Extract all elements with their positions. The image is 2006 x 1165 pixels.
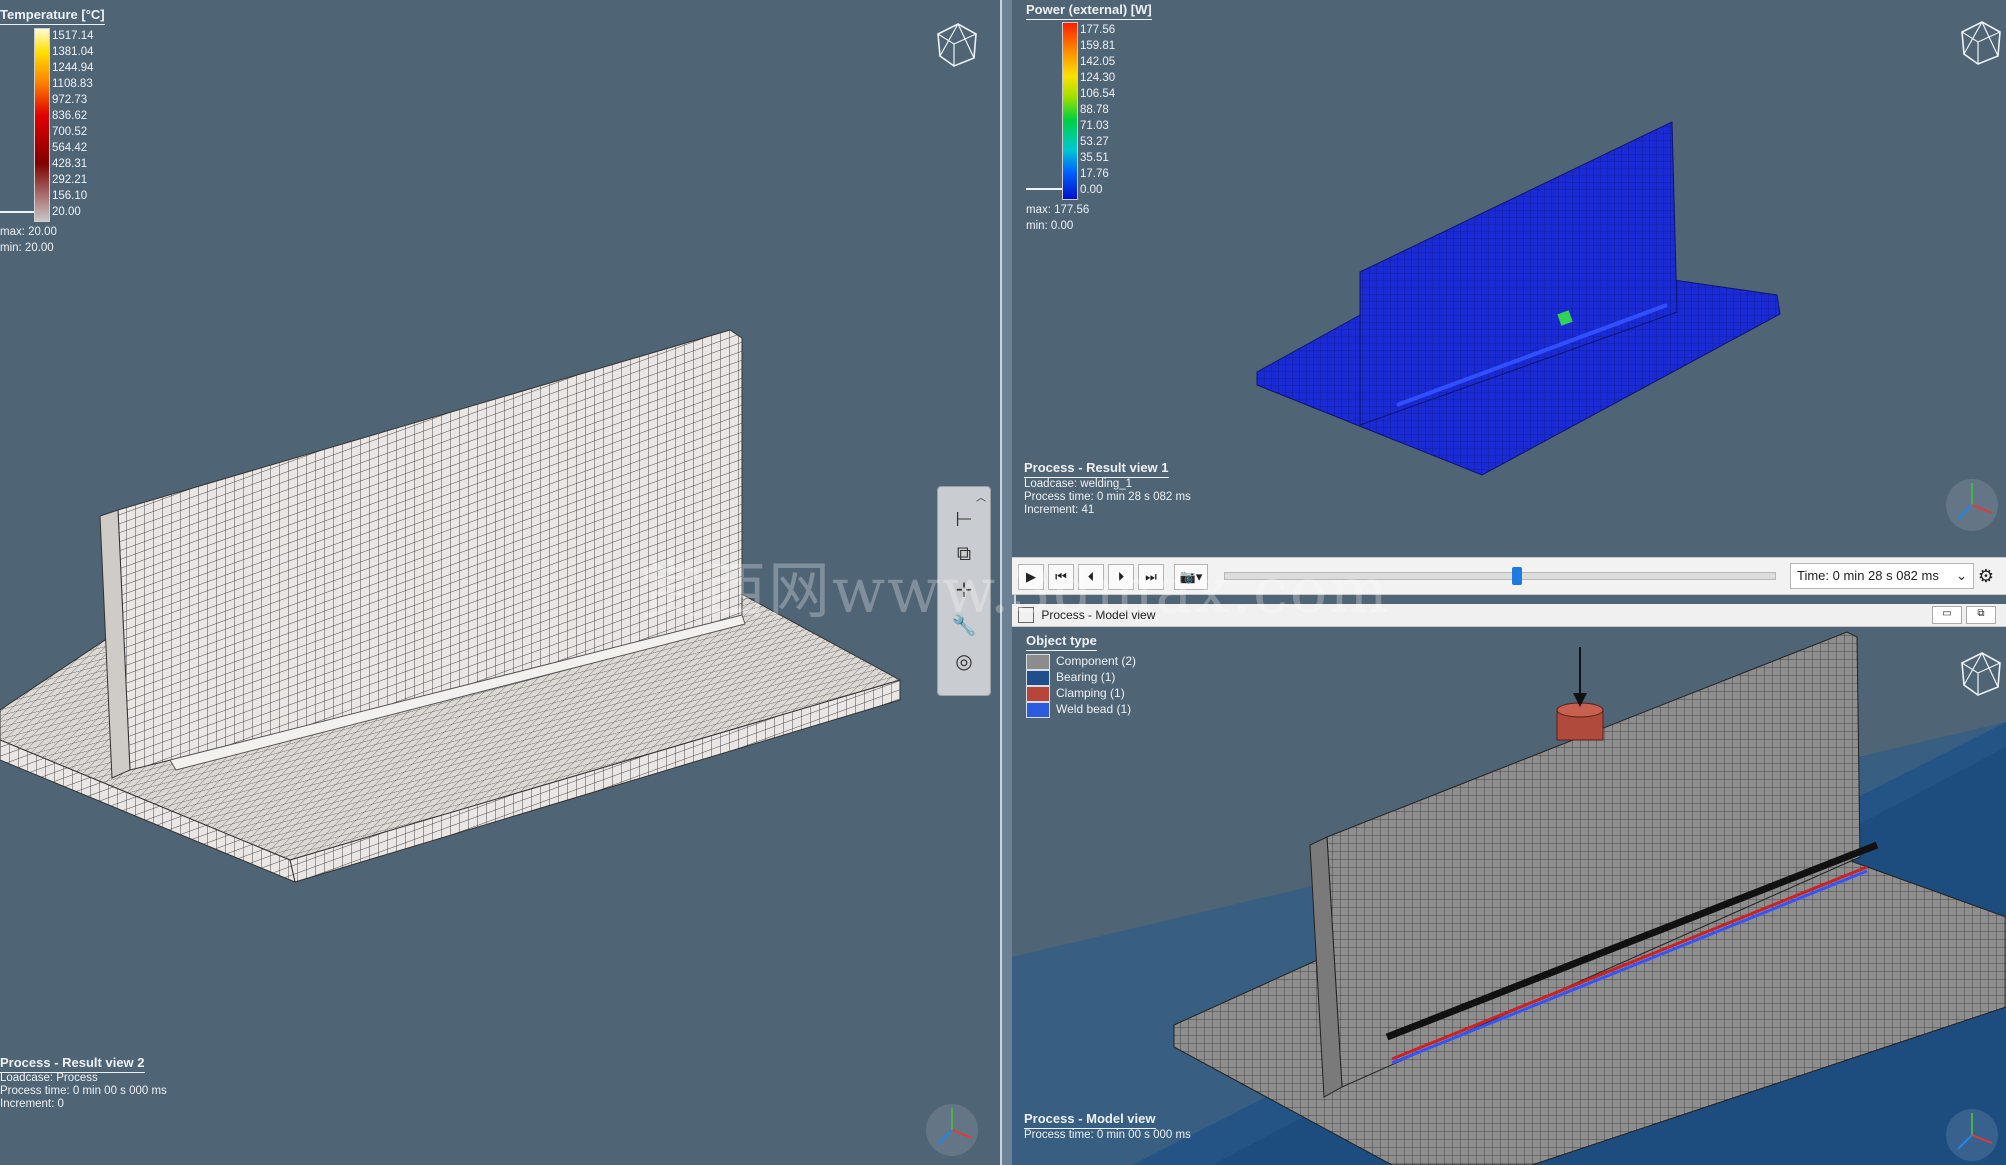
time-slider-thumb[interactable] [1511, 567, 1522, 585]
time-select[interactable]: Time: 0 min 28 s 082 ms ⌄ [1790, 563, 1974, 589]
tick-label: 1244.94 [52, 62, 94, 74]
legend-swatch [1026, 653, 1050, 670]
view-cube-icon[interactable] [1956, 18, 2006, 68]
legend-item-label: Clamping (1) [1056, 686, 1125, 700]
tick-label: 564.42 [52, 142, 88, 154]
temperature-tick-labels: 1517.14 1381.04 1244.94 1108.83 972.73 8… [52, 28, 94, 220]
tick-label: 428.31 [52, 158, 88, 170]
tick-label: 20.00 [52, 206, 81, 218]
legend-swatch [1026, 701, 1050, 718]
axis-triad-icon [1946, 1109, 1998, 1161]
axis-triad-icon [1946, 479, 1998, 531]
temperature-legend-title: Temperature [°C] [0, 7, 105, 25]
right-top-process-time: Process time: 0 min 28 s 082 ms [1024, 491, 1191, 503]
settings-button[interactable]: ⚙ [1974, 564, 1998, 588]
right-result-view[interactable]: Power (external) [W] 177.56 159.81 142.0… [1012, 0, 2006, 557]
watermark: 赏西网www.3dmax.com [640, 554, 1390, 627]
object-type-legend-title: Object type [1026, 633, 1097, 651]
right-top-view-title: Process - Result view 1 [1024, 460, 1169, 478]
legend-item: Component (2) [1026, 653, 1136, 670]
render-settings-button[interactable]: ◎ [946, 647, 982, 677]
legend-item-label: Weld bead (1) [1056, 702, 1132, 716]
tick-label: 156.10 [52, 190, 88, 202]
tick-label: 177.56 [1080, 24, 1116, 36]
legend-item: Bearing (1) [1026, 669, 1115, 686]
model-view[interactable]: Object type Component (2) Bearing (1) Cl… [1012, 627, 2006, 1165]
toolbar-collapse-button[interactable]: ︿ [976, 489, 986, 504]
left-view-title: Process - Result view 2 [0, 1055, 145, 1073]
measure-tool-button[interactable]: ⊢ [946, 505, 982, 535]
tick-label: 106.54 [1080, 88, 1116, 100]
time-label: Time: 0 min 28 s 082 ms [1797, 568, 1939, 583]
power-color-scale [1062, 22, 1078, 200]
axis-triad-icon [926, 1104, 978, 1156]
min-marker [1026, 188, 1062, 190]
tick-label: 35.51 [1080, 152, 1109, 164]
left-process-time: Process time: 0 min 00 s 000 ms [0, 1085, 167, 1097]
tick-label: 292.21 [52, 174, 88, 186]
window-maximize-icon[interactable]: ⧉ [1966, 606, 1996, 624]
tick-label: 71.03 [1080, 120, 1109, 132]
legend-item: Weld bead (1) [1026, 701, 1131, 718]
tick-label: 1381.04 [52, 46, 94, 58]
legend-swatch [1026, 669, 1050, 686]
right-top-increment: Increment: 41 [1024, 504, 1095, 516]
view-cube-icon[interactable] [1956, 649, 2006, 699]
model-mesh [1012, 631, 2006, 1165]
left-increment: Increment: 0 [0, 1098, 64, 1110]
window-minimize-icon[interactable]: ▭ [1932, 606, 1962, 624]
model-view-process-time: Process time: 0 min 00 s 000 ms [1024, 1129, 1191, 1141]
tick-label: 159.81 [1080, 40, 1116, 52]
tick-label: 1517.14 [52, 30, 94, 42]
chevron-down-icon: ⌄ [1956, 568, 1967, 583]
tick-label: 972.73 [52, 94, 88, 106]
tick-label: 0.00 [1080, 184, 1103, 196]
power-min: min: 0.00 [1026, 220, 1074, 232]
tick-label: 142.05 [1080, 56, 1116, 68]
model-view-title: Process - Model view [1024, 1111, 1156, 1129]
tick-label: 17.76 [1080, 168, 1109, 180]
legend-item: Clamping (1) [1026, 685, 1125, 702]
legend-swatch [1026, 685, 1050, 702]
temperature-min: min: 20.00 [0, 242, 54, 254]
tick-label: 53.27 [1080, 136, 1109, 148]
temperature-color-scale [34, 28, 50, 222]
right-top-loadcase: Loadcase: welding_1 [1024, 478, 1133, 490]
tick-label: 124.30 [1080, 72, 1116, 84]
tick-label: 836.62 [52, 110, 88, 122]
min-marker [0, 211, 34, 213]
left-loadcase: Loadcase: Process [0, 1072, 98, 1084]
tick-label: 1108.83 [52, 78, 93, 90]
legend-item-label: Component (2) [1056, 654, 1137, 668]
power-tick-labels: 177.56 159.81 142.05 124.30 106.54 88.78… [1080, 22, 1115, 198]
view-cube-icon[interactable] [932, 20, 982, 70]
power-legend-title: Power (external) [W] [1026, 2, 1152, 20]
temperature-max: max: 20.00 [0, 226, 57, 238]
power-max: max: 177.56 [1026, 204, 1090, 216]
gear-icon: ⚙ [1977, 566, 1995, 586]
tick-label: 700.52 [52, 126, 88, 138]
legend-item-label: Bearing (1) [1056, 670, 1116, 684]
tick-label: 88.78 [1080, 104, 1109, 116]
